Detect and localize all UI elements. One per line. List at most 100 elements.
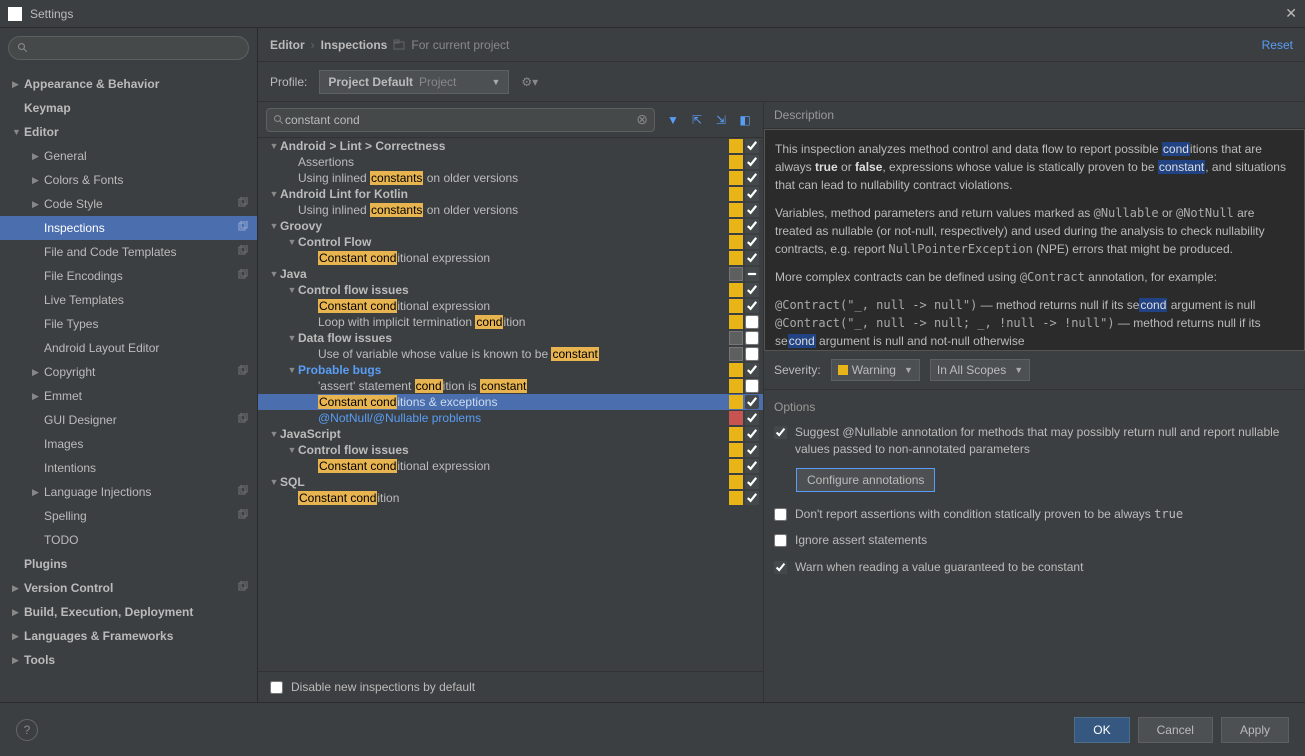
ok-button[interactable]: OK xyxy=(1074,717,1129,743)
inspection-checkbox[interactable] xyxy=(745,187,759,201)
inspection-checkbox[interactable] xyxy=(745,427,759,441)
inspection-checkbox[interactable] xyxy=(745,347,759,361)
opt-dont-report-assertions[interactable] xyxy=(774,508,787,521)
configure-annotations-button[interactable]: Configure annotations xyxy=(796,468,935,492)
sidebar-item-file-types[interactable]: File Types xyxy=(0,312,257,336)
severity-dropdown[interactable]: Warning ▼ xyxy=(831,359,920,381)
sidebar-item-images[interactable]: Images xyxy=(0,432,257,456)
sidebar-item-appearance-behavior[interactable]: ▶Appearance & Behavior xyxy=(0,72,257,96)
inspection-row[interactable]: Constant conditions & exceptions xyxy=(258,394,763,410)
inspection-row[interactable]: Constant conditional expression xyxy=(258,298,763,314)
inspection-row[interactable]: ▼Probable bugs xyxy=(258,362,763,378)
collapse-icon[interactable]: ⇲ xyxy=(711,110,731,130)
inspection-checkbox[interactable] xyxy=(745,491,759,505)
severity-indicator xyxy=(729,203,743,217)
filter-icon[interactable]: ▼ xyxy=(663,110,683,130)
inspection-row[interactable]: 'assert' statement condition is constant xyxy=(258,378,763,394)
inspection-checkbox[interactable] xyxy=(745,155,759,169)
inspection-row[interactable]: Loop with implicit termination condition xyxy=(258,314,763,330)
inspection-checkbox[interactable] xyxy=(745,363,759,377)
sidebar-item-version-control[interactable]: ▶Version Control xyxy=(0,576,257,600)
inspection-row[interactable]: ▼Android > Lint > Correctness xyxy=(258,138,763,154)
gear-icon[interactable]: ⚙▾ xyxy=(521,75,538,89)
sidebar-item-general[interactable]: ▶General xyxy=(0,144,257,168)
inspection-row[interactable]: ▼JavaScript xyxy=(258,426,763,442)
sidebar-item-editor[interactable]: ▼Editor xyxy=(0,120,257,144)
sidebar-item-todo[interactable]: TODO xyxy=(0,528,257,552)
inspection-checkbox[interactable] xyxy=(745,203,759,217)
opt-warn-constant[interactable] xyxy=(774,561,787,574)
inspection-checkbox[interactable] xyxy=(745,315,759,329)
sidebar-item-tools[interactable]: ▶Tools xyxy=(0,648,257,672)
help-button[interactable]: ? xyxy=(16,719,38,741)
inspection-row[interactable]: ▼Data flow issues xyxy=(258,330,763,346)
sidebar-item-file-and-code-templates[interactable]: File and Code Templates xyxy=(0,240,257,264)
inspection-checkbox[interactable] xyxy=(745,219,759,233)
sidebar-item-live-templates[interactable]: Live Templates xyxy=(0,288,257,312)
sidebar-item-gui-designer[interactable]: GUI Designer xyxy=(0,408,257,432)
scope-dropdown[interactable]: In All Scopes ▼ xyxy=(930,359,1030,381)
inspection-checkbox[interactable] xyxy=(745,283,759,297)
copy-icon xyxy=(237,269,249,284)
sidebar-item-language-injections[interactable]: ▶Language Injections xyxy=(0,480,257,504)
eraser-icon[interactable]: ◧ xyxy=(735,110,755,130)
inspection-checkbox[interactable] xyxy=(745,331,759,345)
inspection-row[interactable]: @NotNull/@Nullable problems xyxy=(258,410,763,426)
chevron-down-icon: ▼ xyxy=(904,365,913,375)
inspection-row[interactable]: ▼Control Flow xyxy=(258,234,763,250)
inspection-label: Using inlined constants on older version… xyxy=(298,171,729,185)
sidebar-item-keymap[interactable]: Keymap xyxy=(0,96,257,120)
profile-dropdown[interactable]: Project Default Project ▼ xyxy=(319,70,509,94)
sidebar-item-spelling[interactable]: Spelling xyxy=(0,504,257,528)
sidebar-item-inspections[interactable]: Inspections xyxy=(0,216,257,240)
inspection-row[interactable]: Constant condition xyxy=(258,490,763,506)
sidebar-item-emmet[interactable]: ▶Emmet xyxy=(0,384,257,408)
inspection-checkbox[interactable] xyxy=(745,443,759,457)
inspection-row[interactable]: ▼Groovy xyxy=(258,218,763,234)
sidebar-item-build-execution-deployment[interactable]: ▶Build, Execution, Deployment xyxy=(0,600,257,624)
sidebar-item-languages-frameworks[interactable]: ▶Languages & Frameworks xyxy=(0,624,257,648)
inspection-checkbox[interactable] xyxy=(745,139,759,153)
inspection-checkbox[interactable] xyxy=(745,267,759,281)
sidebar-item-copyright[interactable]: ▶Copyright xyxy=(0,360,257,384)
opt-suggest-nullable[interactable] xyxy=(774,426,787,439)
inspection-checkbox[interactable] xyxy=(745,235,759,249)
inspection-checkbox[interactable] xyxy=(745,459,759,473)
inspection-row[interactable]: Use of variable whose value is known to … xyxy=(258,346,763,362)
inspection-row[interactable]: Using inlined constants on older version… xyxy=(258,202,763,218)
inspection-filter[interactable]: ⊗ xyxy=(266,108,655,132)
inspection-row[interactable]: Assertions xyxy=(258,154,763,170)
sidebar-item-android-layout-editor[interactable]: Android Layout Editor xyxy=(0,336,257,360)
inspection-row[interactable]: Using inlined constants on older version… xyxy=(258,170,763,186)
close-icon[interactable]: ✕ xyxy=(1285,5,1297,22)
expand-icon[interactable]: ⇱ xyxy=(687,110,707,130)
inspection-row[interactable]: ▼Android Lint for Kotlin xyxy=(258,186,763,202)
inspection-checkbox[interactable] xyxy=(745,171,759,185)
sidebar-item-file-encodings[interactable]: File Encodings xyxy=(0,264,257,288)
disable-new-checkbox[interactable] xyxy=(270,681,283,694)
cancel-button[interactable]: Cancel xyxy=(1138,717,1213,743)
inspection-row[interactable]: ▼Control flow issues xyxy=(258,282,763,298)
inspection-checkbox[interactable] xyxy=(745,395,759,409)
inspection-checkbox[interactable] xyxy=(745,251,759,265)
inspection-row[interactable]: ▼Java xyxy=(258,266,763,282)
inspection-row[interactable]: Constant conditional expression xyxy=(258,458,763,474)
inspection-row[interactable]: ▼SQL xyxy=(258,474,763,490)
sidebar-item-intentions[interactable]: Intentions xyxy=(0,456,257,480)
apply-button[interactable]: Apply xyxy=(1221,717,1289,743)
inspection-label: Use of variable whose value is known to … xyxy=(318,347,729,361)
filter-input[interactable] xyxy=(285,113,636,127)
opt-ignore-assert[interactable] xyxy=(774,534,787,547)
inspection-checkbox[interactable] xyxy=(745,379,759,393)
inspection-row[interactable]: ▼Control flow issues xyxy=(258,442,763,458)
sidebar-item-colors-fonts[interactable]: ▶Colors & Fonts xyxy=(0,168,257,192)
clear-icon[interactable]: ⊗ xyxy=(636,111,648,128)
sidebar-item-code-style[interactable]: ▶Code Style xyxy=(0,192,257,216)
inspection-checkbox[interactable] xyxy=(745,475,759,489)
sidebar-item-plugins[interactable]: Plugins xyxy=(0,552,257,576)
inspection-checkbox[interactable] xyxy=(745,411,759,425)
sidebar-search[interactable] xyxy=(8,36,249,60)
inspection-row[interactable]: Constant conditional expression xyxy=(258,250,763,266)
inspection-checkbox[interactable] xyxy=(745,299,759,313)
reset-link[interactable]: Reset xyxy=(1262,38,1293,52)
